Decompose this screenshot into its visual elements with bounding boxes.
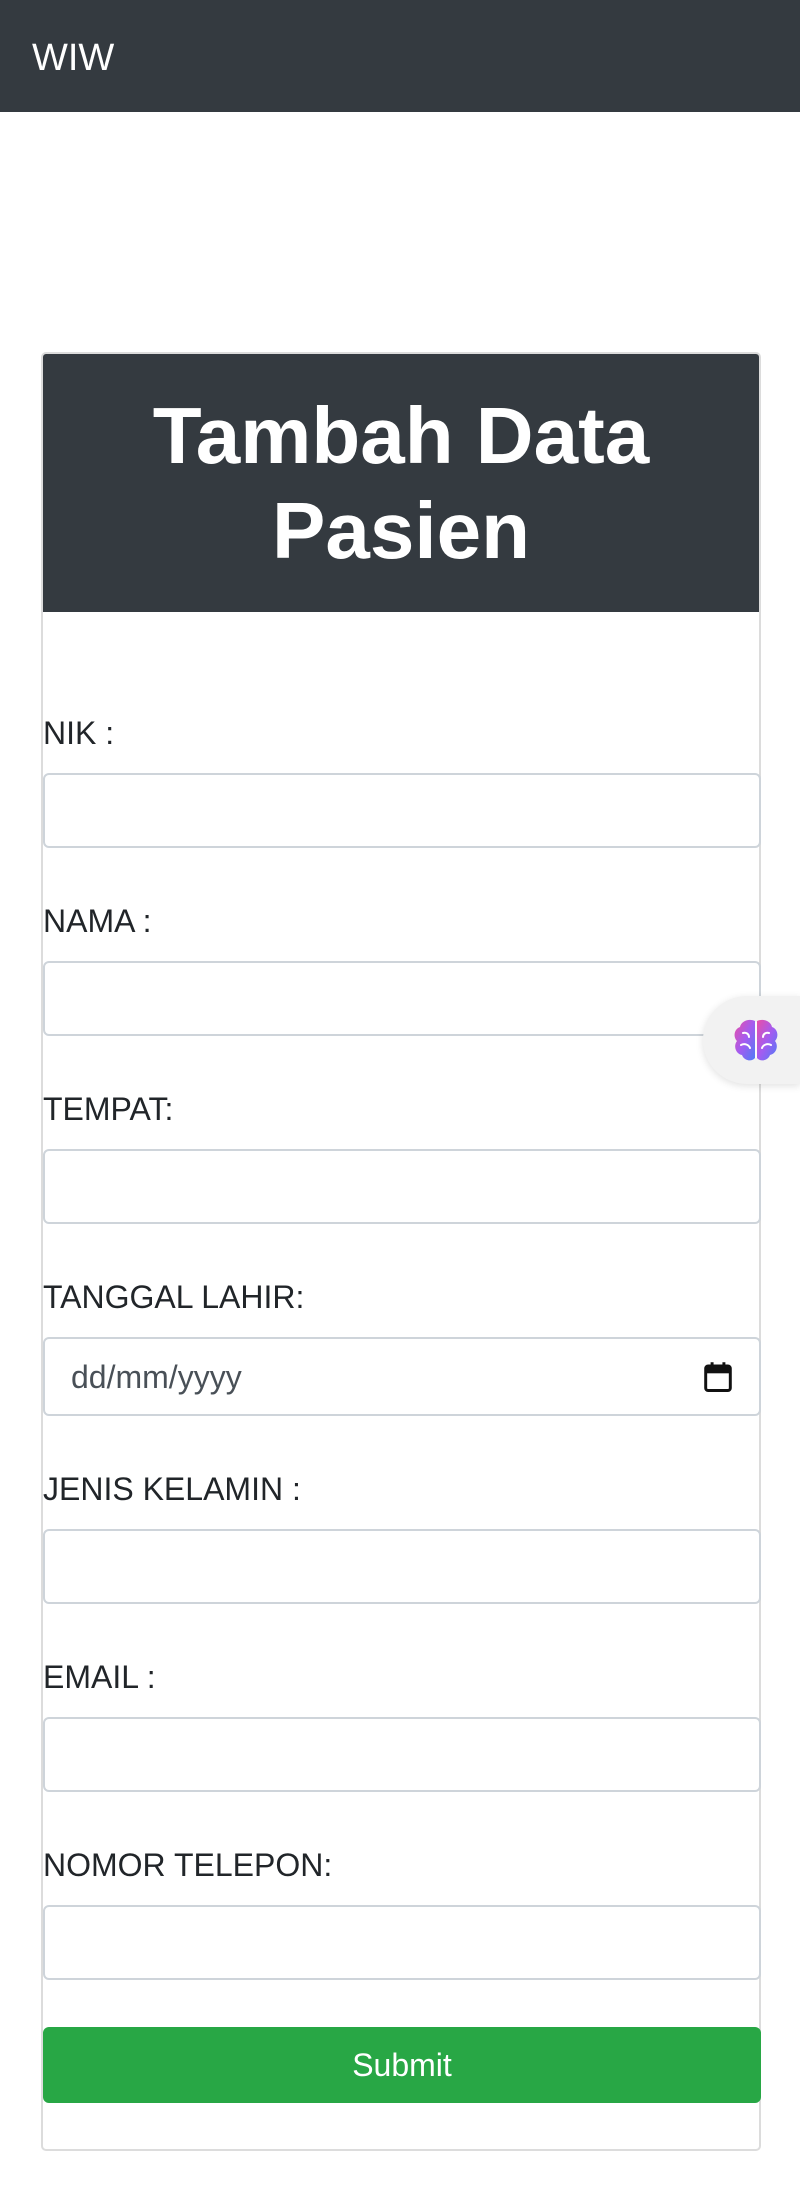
date-placeholder: dd/mm/yyyy xyxy=(71,1358,242,1395)
nomor-telepon-input[interactable] xyxy=(43,1905,761,1980)
jenis-kelamin-label: JENIS KELAMIN : xyxy=(43,1471,301,1507)
floating-extension-widget[interactable] xyxy=(703,996,800,1084)
jenis-kelamin-input[interactable] xyxy=(43,1529,761,1604)
nik-label: NIK : xyxy=(43,715,115,751)
navbar-brand[interactable]: WIW xyxy=(32,36,114,80)
navbar: WIW xyxy=(0,0,800,112)
brain-icon xyxy=(734,1019,778,1061)
page-title: Tambah Data Pasien xyxy=(152,391,650,575)
nik-input[interactable] xyxy=(43,773,761,848)
tanggal-lahir-input[interactable]: dd/mm/yyyy xyxy=(43,1337,761,1416)
patient-form-card: Tambah Data Pasien NIK : NAMA : TEMPAT: … xyxy=(41,352,761,2151)
email-input[interactable] xyxy=(43,1717,761,1792)
submit-button[interactable]: Submit xyxy=(43,2027,761,2103)
tempat-input[interactable] xyxy=(43,1149,761,1224)
nomor-telepon-label: NOMOR TELEPON: xyxy=(43,1847,333,1883)
nama-label: NAMA : xyxy=(43,903,152,939)
nama-input[interactable] xyxy=(43,961,761,1036)
tempat-label: TEMPAT: xyxy=(43,1091,174,1127)
calendar-icon[interactable] xyxy=(703,1361,733,1393)
email-label: EMAIL : xyxy=(43,1659,156,1695)
tanggal-lahir-label: TANGGAL LAHIR: xyxy=(43,1279,305,1315)
card-header: Tambah Data Pasien xyxy=(43,354,759,612)
